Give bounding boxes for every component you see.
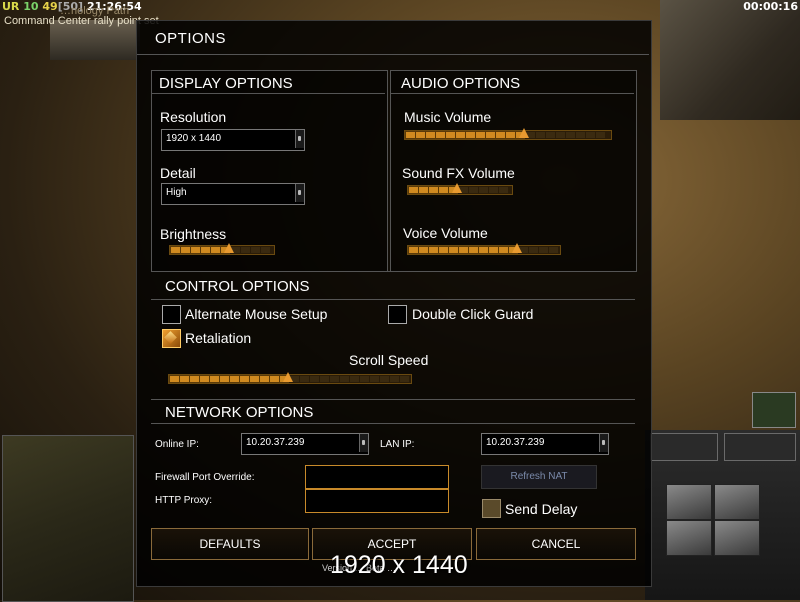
online-ip-dropdown[interactable]: 10.20.37.239 <box>241 433 369 455</box>
music-volume-label: Music Volume <box>404 109 492 125</box>
unit-build-icon[interactable] <box>714 520 760 556</box>
http-proxy-input[interactable] <box>305 489 449 513</box>
firewall-port-input[interactable] <box>305 465 449 489</box>
unit-build-icon[interactable] <box>714 484 760 520</box>
lan-ip-label: LAN IP: <box>380 439 415 450</box>
dropdown-handle-icon[interactable] <box>295 184 304 202</box>
slider-thumb-icon[interactable] <box>283 372 293 382</box>
dropdown-handle-icon[interactable] <box>295 130 304 148</box>
double-click-guard-label: Double Click Guard <box>412 306 534 322</box>
sound-fx-volume-slider[interactable] <box>407 183 513 195</box>
dropdown-handle-icon[interactable] <box>599 434 608 452</box>
unit-build-icon[interactable] <box>666 484 712 520</box>
unit-build-icon[interactable] <box>666 520 712 556</box>
network-heading-rule <box>151 423 635 424</box>
online-ip-value: 10.20.37.239 <box>246 437 305 448</box>
detail-value: High <box>166 187 187 198</box>
scroll-speed-slider[interactable] <box>168 372 412 384</box>
cash-readout-2: 49 <box>42 0 58 13</box>
slider-segment <box>595 131 606 139</box>
lan-ip-dropdown[interactable]: 10.20.37.239 <box>481 433 609 455</box>
defaults-button[interactable]: DEFAULTS <box>151 528 309 560</box>
dropdown-handle-icon[interactable] <box>359 434 368 452</box>
audio-heading-rule <box>391 93 634 94</box>
voice-volume-slider[interactable] <box>407 243 561 255</box>
options-dialog: OPTIONS DISPLAY OPTIONS Resolution 1920 … <box>136 20 652 587</box>
slider-thumb-icon[interactable] <box>512 243 522 253</box>
slider-segment <box>548 246 559 254</box>
slider-segment <box>399 375 410 383</box>
cancel-button[interactable]: CANCEL <box>476 528 636 560</box>
slider-thumb-icon[interactable] <box>519 128 529 138</box>
resolution-value: 1920 x 1440 <box>166 133 222 144</box>
minimap[interactable] <box>2 435 134 602</box>
detail-dropdown[interactable]: High <box>161 183 305 205</box>
slider-segment <box>498 186 509 194</box>
refresh-nat-button[interactable]: Refresh NAT <box>481 465 597 489</box>
command-tab-left[interactable] <box>650 433 718 461</box>
alternate-mouse-checkbox[interactable] <box>162 305 181 324</box>
display-heading-rule <box>152 93 385 94</box>
scroll-speed-label: Scroll Speed <box>349 352 429 368</box>
title-divider <box>137 54 649 55</box>
double-click-guard-checkbox[interactable] <box>388 305 407 324</box>
resolution-dropdown[interactable]: 1920 x 1440 <box>161 129 305 151</box>
retaliation-label: Retaliation <box>185 330 252 346</box>
resolution-label: Resolution <box>160 109 227 125</box>
voice-volume-label: Voice Volume <box>403 225 488 241</box>
slider-thumb-icon[interactable] <box>452 183 462 193</box>
match-timer: 00:00:16 <box>743 0 798 13</box>
retaliation-checkbox[interactable] <box>162 329 181 348</box>
command-tab-right[interactable] <box>724 433 796 461</box>
send-delay-checkbox[interactable] <box>482 499 501 518</box>
rank-badge-icon[interactable] <box>752 392 796 428</box>
brightness-label: Brightness <box>160 226 227 242</box>
control-heading-rule <box>151 299 635 300</box>
dialog-title: OPTIONS <box>155 30 227 47</box>
network-section-rule <box>151 399 635 400</box>
network-options-heading: NETWORK OPTIONS <box>165 404 314 421</box>
http-proxy-label: HTTP Proxy: <box>155 495 213 506</box>
display-options-heading: DISPLAY OPTIONS <box>159 75 293 92</box>
alternate-mouse-label: Alternate Mouse Setup <box>185 306 328 322</box>
online-ip-label: Online IP: <box>155 439 199 450</box>
lan-ip-value: 10.20.37.239 <box>486 437 545 448</box>
music-volume-slider[interactable] <box>404 128 612 140</box>
audio-options-heading: AUDIO OPTIONS <box>401 75 521 92</box>
slider-thumb-icon[interactable] <box>224 243 234 253</box>
firewall-port-label: Firewall Port Override: <box>155 472 255 483</box>
slider-segment <box>260 246 271 254</box>
resolution-overlay-text: 1920 x 1440 <box>330 551 468 579</box>
brightness-slider[interactable] <box>169 243 275 255</box>
control-options-heading: CONTROL OPTIONS <box>165 278 310 295</box>
faction-tag: UR <box>2 0 20 13</box>
control-section-rule <box>151 271 635 272</box>
sound-fx-volume-label: Sound FX Volume <box>402 165 515 181</box>
cash-readout-1: 10 <box>23 0 39 13</box>
detail-label: Detail <box>160 165 196 181</box>
building-sprite <box>660 0 800 120</box>
send-delay-label: Send Delay <box>505 501 578 517</box>
